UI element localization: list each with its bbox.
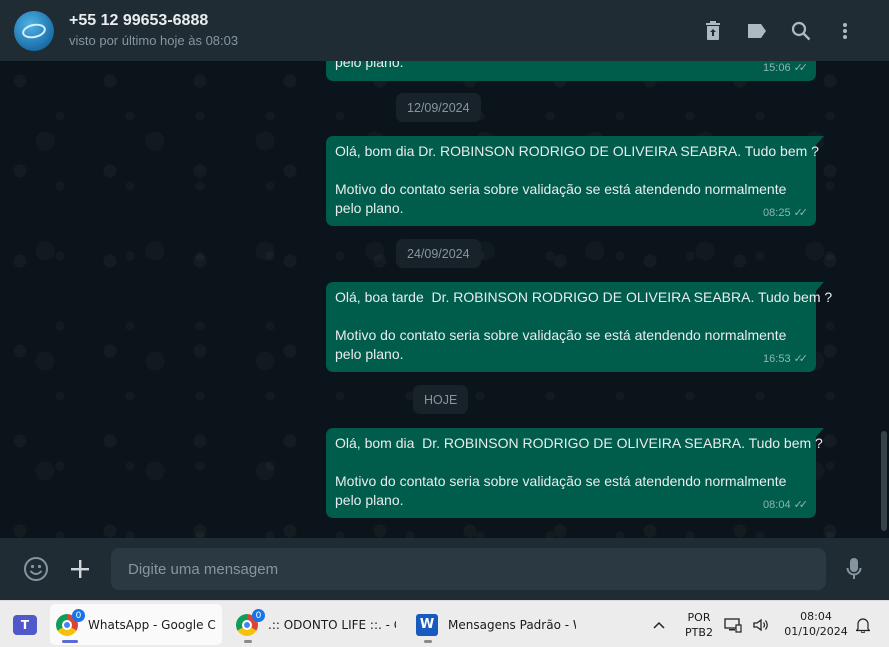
message-body: pelo plano. xyxy=(335,492,404,508)
plus-icon xyxy=(71,560,89,578)
last-seen-status: visto por último hoje às 08:03 xyxy=(69,33,239,48)
message-input[interactable] xyxy=(111,548,826,590)
emoji-icon xyxy=(24,557,48,581)
avatar[interactable] xyxy=(14,10,54,51)
keyboard-layout: PTB2 xyxy=(685,626,713,639)
message-bubble[interactable]: Olá, boa tarde Dr. ROBINSON RODRIGO DE O… xyxy=(326,282,833,372)
contact-info[interactable]: +55 12 99653-6888 visto por último hoje … xyxy=(69,11,238,50)
taskbar-app-odonto-life[interactable]: 0 .:: ODONTO LIFE ::. - Goo xyxy=(230,604,402,645)
message-text: pelo plano. xyxy=(335,61,404,70)
chat-header: +55 12 99653-6888 visto por último hoje … xyxy=(0,0,889,61)
search-button[interactable] xyxy=(779,18,823,44)
message-bubble[interactable]: Olá, bom dia Dr. ROBINSON RODRIGO DE OLI… xyxy=(326,136,824,226)
active-indicator xyxy=(62,640,78,643)
contact-name: +55 12 99653-6888 xyxy=(69,12,209,29)
bell-icon xyxy=(856,617,870,633)
network-icon xyxy=(724,617,742,633)
date-separator: 24/09/2024 xyxy=(396,239,481,268)
read-receipt-icon: ✓✓ xyxy=(793,499,809,511)
microphone-icon xyxy=(846,558,862,579)
message-meta: 15:06 ✓✓ xyxy=(763,61,808,78)
word-icon: W xyxy=(416,613,438,636)
input-language[interactable]: POR PTB2 xyxy=(680,610,718,640)
taskbar-app-word[interactable]: W Mensagens Padrão - Wo xyxy=(410,604,580,645)
emoji-button[interactable] xyxy=(14,547,58,591)
message-bubble[interactable]: Olá, bom dia Dr. ROBINSON RODRIGO DE OLI… xyxy=(326,428,824,518)
message-list[interactable]: pelo plano. 15:06 ✓✓ 12/09/2024 Olá, bom… xyxy=(0,61,889,538)
show-hidden-icons-button[interactable] xyxy=(646,604,672,645)
message-bubble[interactable]: pelo plano. 15:06 ✓✓ xyxy=(326,61,816,81)
search-icon xyxy=(791,21,811,41)
message-body: pelo plano. xyxy=(335,346,404,362)
teams-icon: T xyxy=(13,614,37,635)
header-actions xyxy=(691,18,867,44)
message-time: 16:53 xyxy=(763,353,791,365)
taskbar-app-label: Mensagens Padrão - Wo xyxy=(448,617,576,632)
attach-button[interactable] xyxy=(58,547,102,591)
clock[interactable]: 08:04 01/10/2024 xyxy=(778,609,854,639)
voice-message-button[interactable] xyxy=(832,547,876,591)
notification-badge: 0 xyxy=(252,609,265,622)
read-receipt-icon: ✓✓ xyxy=(793,353,809,365)
message-time: 15:06 xyxy=(763,62,791,74)
notifications-button[interactable] xyxy=(852,604,874,645)
chevron-up-icon xyxy=(653,621,665,629)
taskbar-app-label: WhatsApp - Google Chr xyxy=(88,617,216,632)
contact-logo-icon xyxy=(20,21,48,40)
read-receipt-icon: ✓✓ xyxy=(793,62,809,74)
message-meta: 08:04 ✓✓ xyxy=(763,496,808,515)
menu-button[interactable] xyxy=(823,18,867,44)
message-body: Motivo do contato seria sobre validação … xyxy=(335,473,787,489)
message-meta: 16:53 ✓✓ xyxy=(763,350,808,369)
os-taskbar: T 0 WhatsApp - Google Chr 0 .:: ODONTO L… xyxy=(0,600,889,647)
chat-scrollbar[interactable] xyxy=(881,431,887,531)
message-greeting: Olá, bom dia Dr. ROBINSON RODRIGO DE OLI… xyxy=(335,435,823,451)
date-separator: HOJE xyxy=(413,385,469,414)
message-body: pelo plano. xyxy=(335,200,404,216)
message-greeting: Olá, bom dia Dr. ROBINSON RODRIGO DE OLI… xyxy=(335,143,819,159)
taskbar-app-label: .:: ODONTO LIFE ::. - Goo xyxy=(268,617,396,632)
clock-date: 01/10/2024 xyxy=(784,625,848,638)
archive-button[interactable] xyxy=(691,18,735,44)
language-code: POR xyxy=(687,611,711,624)
message-time: 08:25 xyxy=(763,207,791,219)
taskbar-app-whatsapp[interactable]: 0 WhatsApp - Google Chr xyxy=(50,604,222,645)
message-body: Motivo do contato seria sobre validação … xyxy=(335,327,787,343)
archive-icon xyxy=(706,21,720,40)
notification-badge: 0 xyxy=(72,609,85,622)
message-greeting: Olá, boa tarde Dr. ROBINSON RODRIGO DE O… xyxy=(335,289,833,305)
volume-icon xyxy=(753,618,768,631)
running-indicator xyxy=(424,640,432,643)
system-tray-status[interactable] xyxy=(724,604,770,645)
more-vertical-icon xyxy=(843,23,847,39)
label-icon xyxy=(748,24,766,38)
running-indicator xyxy=(244,640,252,643)
message-composer xyxy=(0,538,889,600)
date-separator: 12/09/2024 xyxy=(396,93,481,122)
clock-time: 08:04 xyxy=(800,610,832,623)
taskbar-teams[interactable]: T xyxy=(8,604,42,645)
label-button[interactable] xyxy=(735,18,779,44)
message-body: Motivo do contato seria sobre validação … xyxy=(335,181,787,197)
read-receipt-icon: ✓✓ xyxy=(793,207,809,219)
message-time: 08:04 xyxy=(763,499,791,511)
message-meta: 08:25 ✓✓ xyxy=(763,204,808,223)
